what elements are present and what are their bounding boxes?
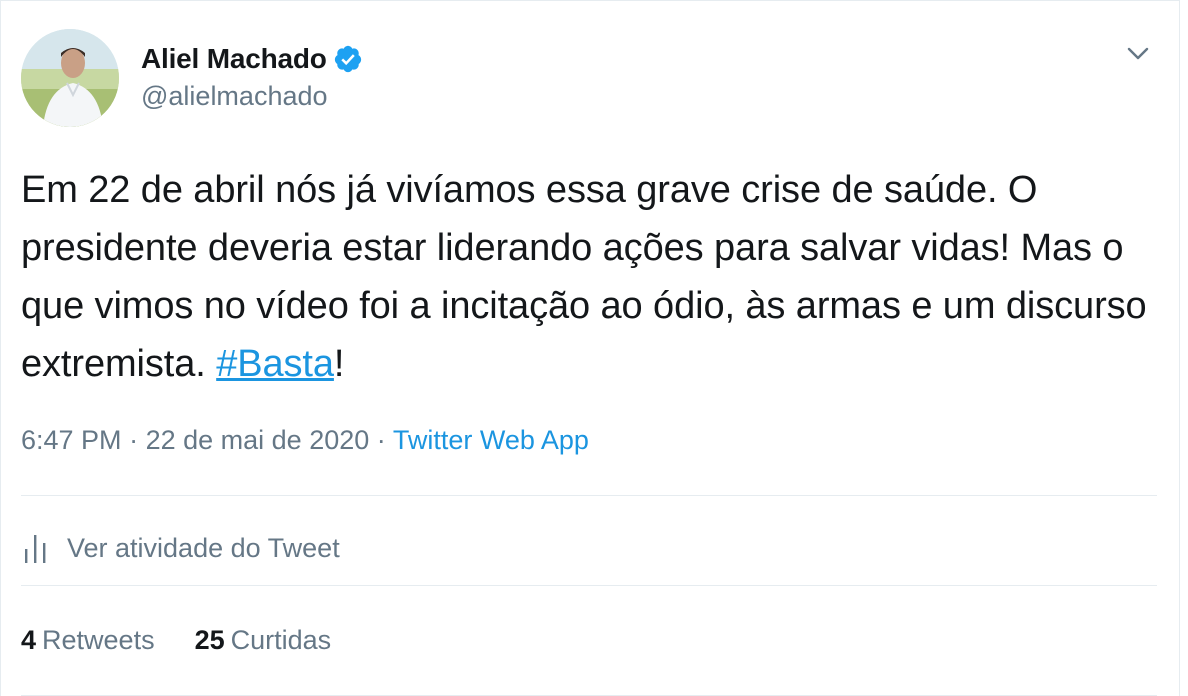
tweet-text: Em 22 de abril nós já vivíamos essa grav… — [21, 161, 1166, 393]
meta-separator: · — [129, 425, 139, 455]
tweet-time[interactable]: 6:47 PM — [21, 425, 122, 455]
divider — [21, 585, 1157, 586]
display-name[interactable]: Aliel Machado — [141, 43, 327, 75]
view-tweet-activity-label: Ver atividade do Tweet — [67, 532, 340, 563]
likes-stat[interactable]: 25 Curtidas — [195, 625, 332, 656]
retweets-stat[interactable]: 4 Retweets — [21, 625, 155, 656]
retweets-count: 4 — [21, 625, 37, 655]
verified-badge-icon — [333, 44, 363, 74]
profile-photo — [21, 29, 119, 127]
tweet-header: Aliel Machado @alielmachado — [21, 29, 1171, 129]
analytics-bars-icon — [21, 531, 51, 565]
author-handle[interactable]: @alielmachado — [141, 81, 363, 112]
avatar[interactable] — [21, 29, 119, 127]
likes-label: Curtidas — [230, 625, 332, 655]
likes-count: 25 — [194, 625, 225, 655]
tweet-text-body: Em 22 de abril nós já vivíamos essa grav… — [21, 169, 1147, 385]
author-names: Aliel Machado @alielmachado — [141, 41, 363, 112]
hashtag-link[interactable]: #Basta — [216, 343, 334, 385]
tweet-card: Aliel Machado @alielmachado Em 22 de abr… — [0, 0, 1180, 696]
tweet-source-link[interactable]: Twitter Web App — [393, 425, 589, 455]
tweet-date[interactable]: 22 de mai de 2020 — [146, 425, 370, 455]
retweets-label: Retweets — [42, 625, 155, 655]
meta-separator: · — [376, 425, 386, 455]
tweet-meta: 6:47 PM · 22 de mai de 2020 · Twitter We… — [21, 425, 589, 456]
chevron-down-icon[interactable] — [1123, 39, 1153, 69]
view-tweet-activity-button[interactable]: Ver atividade do Tweet — [21, 526, 340, 570]
tweet-stats: 4 Retweets 25 Curtidas — [21, 625, 331, 656]
display-name-row: Aliel Machado — [141, 41, 363, 77]
tweet-text-tail: ! — [333, 343, 345, 385]
divider — [21, 495, 1157, 496]
